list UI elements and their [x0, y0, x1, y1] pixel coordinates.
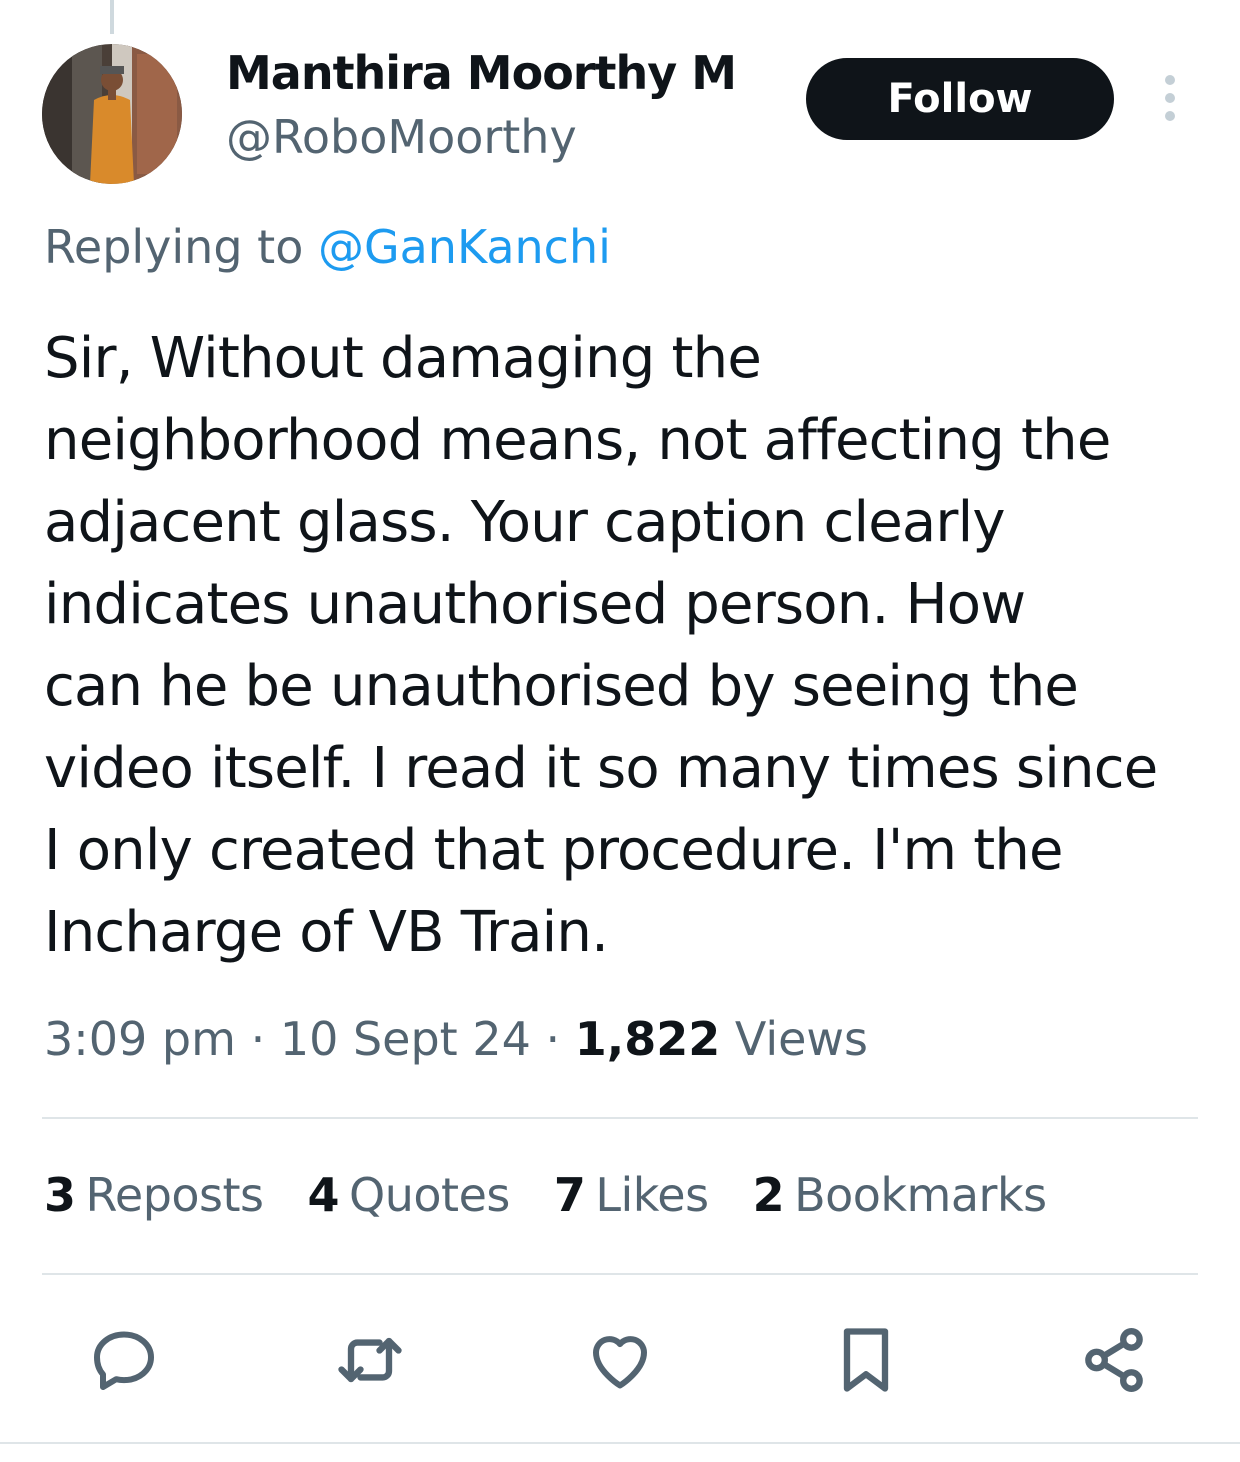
stat-count: 4: [307, 1168, 340, 1222]
divider: [0, 1442, 1240, 1444]
repost-icon: [338, 1337, 402, 1383]
follow-button[interactable]: Follow: [806, 58, 1114, 140]
stat-count: 7: [553, 1168, 586, 1222]
reply-target-link[interactable]: @GanKanchi: [318, 220, 611, 274]
author-handle[interactable]: @RoboMoorthy: [226, 110, 577, 164]
divider: [42, 1117, 1198, 1119]
share-button[interactable]: [1074, 1320, 1154, 1400]
avatar[interactable]: [42, 44, 182, 184]
meta-separator: ·: [545, 1012, 561, 1066]
thread-connector-line: [110, 0, 114, 34]
divider: [42, 1273, 1198, 1275]
bookmark-button[interactable]: [826, 1320, 906, 1400]
replying-to-line: Replying to @GanKanchi: [44, 220, 611, 274]
like-icon: [593, 1336, 647, 1389]
bookmark-icon: [843, 1328, 889, 1392]
tweet-date[interactable]: 10 Sept 24: [280, 1012, 531, 1066]
like-button[interactable]: [580, 1320, 660, 1400]
stat-label: Likes: [595, 1168, 709, 1222]
tweet-meta: 3:09 pm · 10 Sept 24 · 1,822 Views: [44, 1012, 868, 1066]
share-icon: [1085, 1328, 1143, 1392]
action-bar: [0, 1320, 1240, 1400]
views-count: 1,822: [574, 1012, 721, 1066]
author-display-name[interactable]: Manthira Moorthy M: [226, 46, 737, 100]
stat-count: 2: [752, 1168, 785, 1222]
stat-count: 3: [44, 1168, 76, 1222]
meta-separator: ·: [250, 1012, 266, 1066]
stat-label: Quotes: [349, 1168, 510, 1222]
stat-quotes[interactable]: 4 Quotes: [307, 1168, 511, 1222]
reply-icon: [94, 1331, 154, 1390]
views-label: Views: [734, 1012, 869, 1066]
reply-button[interactable]: [84, 1320, 164, 1400]
stat-label: Bookmarks: [794, 1168, 1047, 1222]
stat-bookmarks[interactable]: 2 Bookmarks: [752, 1168, 1048, 1222]
repost-button[interactable]: [330, 1320, 410, 1400]
avatar-photo: [42, 44, 182, 184]
replying-to-label: Replying to: [44, 220, 304, 274]
stat-likes[interactable]: 7 Likes: [554, 1168, 709, 1222]
tweet-text: Sir, Without damaging the neighborhood m…: [44, 326, 1158, 965]
more-options-icon[interactable]: [1150, 72, 1190, 128]
engagement-stats: 3 Reposts 4 Quotes 7 Likes 2 Bookmarks: [44, 1168, 1047, 1222]
stat-label: Reposts: [85, 1168, 265, 1222]
stat-reposts[interactable]: 3 Reposts: [44, 1168, 264, 1222]
tweet-time[interactable]: 3:09 pm: [44, 1012, 236, 1066]
